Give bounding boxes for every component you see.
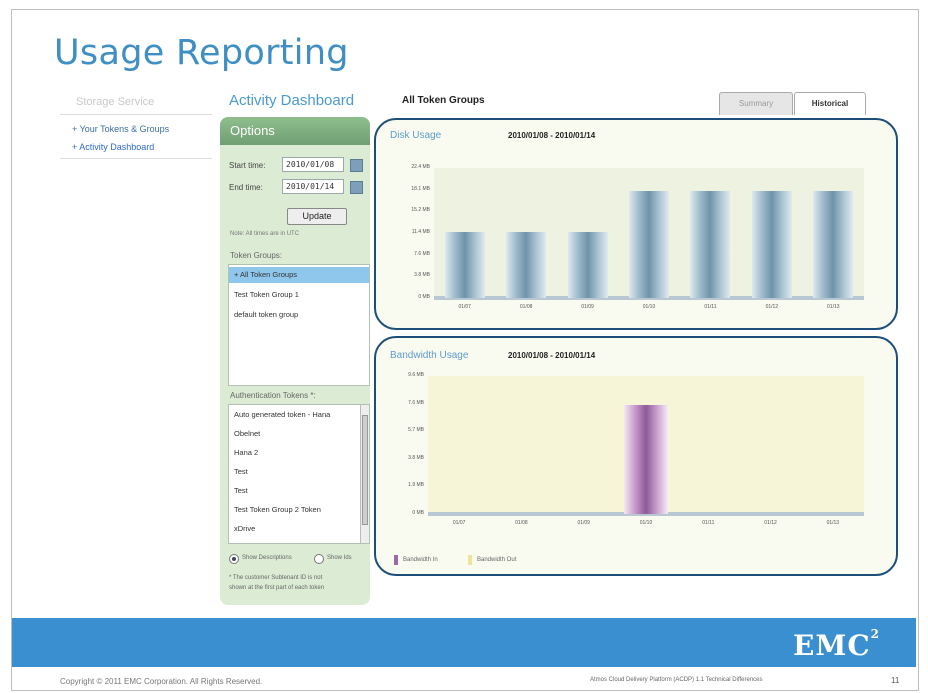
list-item[interactable]: Test bbox=[229, 483, 369, 499]
document-title: Atmos Cloud Delivery Platform (ACDP) 1.1… bbox=[590, 677, 763, 683]
show-descriptions-radio[interactable] bbox=[229, 554, 239, 564]
legend-bandwidth-out: Bandwidth Out bbox=[477, 557, 517, 563]
bar-01-11 bbox=[690, 191, 731, 298]
calendar-icon[interactable] bbox=[350, 159, 363, 172]
show-ids-label: Show Ids bbox=[327, 555, 352, 561]
bar-01-09 bbox=[567, 231, 608, 298]
y-tick-label: 0 MB bbox=[412, 510, 424, 516]
page-title: Usage Reporting bbox=[54, 33, 349, 73]
start-time-label: Start time: bbox=[229, 161, 266, 170]
y-tick-label: 18.1 MB bbox=[411, 185, 430, 192]
list-item[interactable]: Obelnet bbox=[229, 426, 369, 442]
list-item[interactable]: + All Token Groups bbox=[229, 267, 369, 283]
legend-swatch-bandwidth-in bbox=[394, 555, 398, 565]
end-time-label: End time: bbox=[229, 183, 263, 192]
x-tick-label: 01/08 bbox=[515, 520, 528, 526]
show-ids-radio[interactable] bbox=[314, 554, 324, 564]
bandwidth-usage-panel: Bandwidth Usage 2010/01/08 - 2010/01/14 … bbox=[374, 336, 898, 576]
y-tick-label: 3.8 MB bbox=[408, 454, 424, 461]
bar-01-07 bbox=[444, 231, 485, 298]
list-item[interactable]: xDrive bbox=[229, 521, 369, 537]
y-tick-label: 3.8 MB bbox=[414, 272, 430, 279]
x-tick-label: 01/12 bbox=[765, 304, 779, 310]
all-token-groups-heading: All Token Groups bbox=[402, 95, 485, 106]
copyright-text: Copyright © 2011 EMC Corporation. All Ri… bbox=[60, 677, 263, 686]
list-item[interactable]: default token group bbox=[229, 307, 369, 323]
x-tick-label: 01/10 bbox=[639, 520, 653, 526]
footnote-line-2: shown at the first part of each token bbox=[229, 585, 325, 591]
y-tick-label: 0 MB bbox=[418, 294, 430, 300]
token-groups-list[interactable]: + All Token Groups Test Token Group 1 de… bbox=[228, 264, 370, 386]
tab-summary[interactable]: Summary bbox=[719, 92, 793, 115]
nav-item-tokens-groups[interactable]: + Your Tokens & Groups bbox=[72, 124, 169, 134]
y-tick-label: 7.6 MB bbox=[408, 399, 424, 406]
calendar-icon[interactable] bbox=[350, 181, 363, 194]
scrollbar[interactable] bbox=[360, 405, 369, 543]
auth-tokens-label: Authentication Tokens *: bbox=[230, 391, 316, 400]
tab-historical[interactable]: Historical bbox=[794, 92, 866, 115]
show-descriptions-label: Show Descriptions bbox=[242, 555, 292, 561]
list-item[interactable]: Auto generated token - Hana bbox=[229, 407, 369, 423]
y-tick-label: 7.6 MB bbox=[414, 250, 430, 257]
disk-usage-panel: Disk Usage 2010/01/08 - 2010/01/14 22.4 … bbox=[374, 118, 898, 330]
x-tick-label: 01/11 bbox=[702, 520, 715, 526]
x-tick-label: 01/07 bbox=[452, 520, 466, 526]
bar-01-13 bbox=[813, 191, 854, 298]
x-tick-label: 01/10 bbox=[642, 304, 656, 310]
token-groups-label: Token Groups: bbox=[230, 251, 283, 260]
y-tick-label: 9.6 MB bbox=[408, 372, 424, 378]
x-tick-label: 01/09 bbox=[577, 520, 590, 526]
activity-dashboard-heading: Activity Dashboard bbox=[229, 92, 355, 109]
bar-01-08 bbox=[506, 231, 547, 298]
x-tick-label: 01/12 bbox=[764, 520, 777, 526]
list-item[interactable]: Test bbox=[229, 464, 369, 480]
start-time-input[interactable]: 2010/01/08 bbox=[282, 157, 344, 172]
end-time-input[interactable]: 2010/01/14 bbox=[282, 179, 344, 194]
x-tick-label: 01/07 bbox=[458, 304, 471, 310]
bar-01-10 bbox=[629, 191, 669, 298]
options-header: Options bbox=[220, 117, 370, 145]
list-item[interactable]: Test Token Group 2 Token bbox=[229, 502, 369, 518]
x-tick-label: 01/09 bbox=[581, 304, 594, 310]
nav-item-activity-dashboard[interactable]: + Activity Dashboard bbox=[72, 142, 154, 152]
footnote-line-1: * The customer Subtenant ID is not bbox=[229, 575, 323, 581]
x-tick-label: 01/13 bbox=[827, 304, 840, 310]
utc-note: Note: All times are in UTC bbox=[230, 231, 300, 237]
nav-heading: Storage Service bbox=[76, 96, 155, 108]
y-tick-label: 15.2 MB bbox=[411, 207, 430, 214]
y-tick-label: 11.4 MB bbox=[411, 229, 430, 235]
page-number: 11 bbox=[891, 676, 900, 685]
bandwidth-usage-chart: 9.6 MB 7.6 MB 5.7 MB 3.8 MB 1.9 MB 0 MB 01/07 0… bbox=[376, 338, 896, 574]
bar-01-12 bbox=[751, 191, 792, 298]
footer-band bbox=[12, 618, 916, 667]
legend-bandwidth-in: Bandwidth In bbox=[403, 557, 438, 563]
x-tick-label: 01/11 bbox=[704, 304, 717, 310]
list-item[interactable]: Hana 2 bbox=[229, 445, 369, 461]
scrollbar-thumb[interactable] bbox=[362, 415, 368, 525]
emc-logo: EMC2 bbox=[793, 627, 880, 662]
x-tick-label: 01/13 bbox=[826, 520, 840, 526]
nav-divider bbox=[60, 158, 212, 159]
y-tick-label: 22.4 MB bbox=[411, 164, 430, 170]
list-item[interactable]: Test Token Group 1 bbox=[229, 287, 369, 303]
options-panel: Options Start time: 2010/01/08 End time:… bbox=[220, 117, 370, 605]
auth-tokens-list[interactable]: Auto generated token - Hana Obelnet Hana… bbox=[228, 404, 370, 544]
legend-swatch-bandwidth-out bbox=[468, 555, 472, 565]
nav-divider bbox=[60, 114, 212, 115]
y-tick-label: 1.9 MB bbox=[408, 482, 424, 489]
bar-01-10 bbox=[624, 404, 668, 514]
y-tick-label: 5.7 MB bbox=[408, 427, 424, 434]
disk-usage-chart: 22.4 MB 18.1 MB 15.2 MB 11.4 MB 7.6 MB 3.8 MB… bbox=[376, 120, 896, 328]
update-button[interactable]: Update bbox=[287, 208, 347, 225]
x-tick-label: 01/08 bbox=[519, 304, 533, 310]
